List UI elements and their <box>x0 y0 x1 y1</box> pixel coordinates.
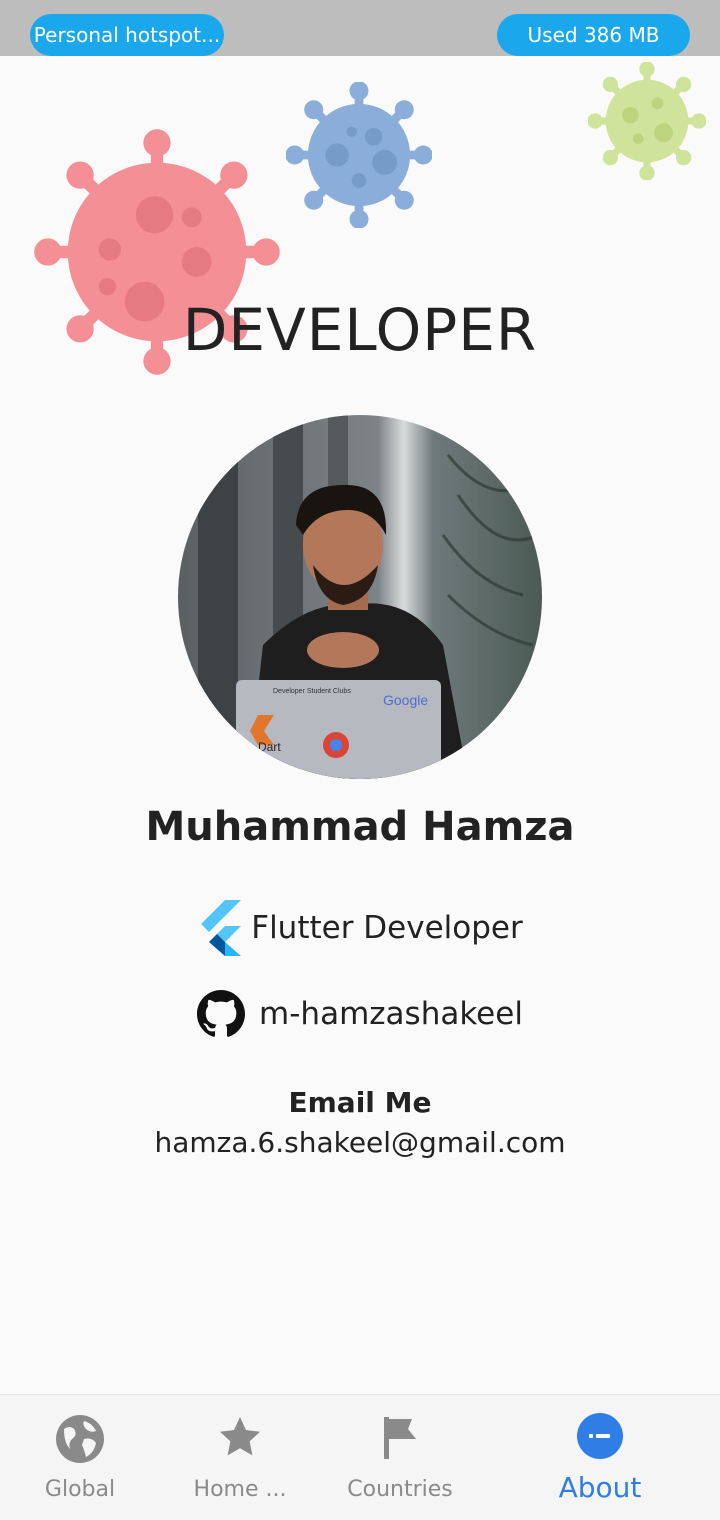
star-icon <box>220 1417 260 1456</box>
data-usage-pill[interactable]: Used 386 MB <box>497 14 690 56</box>
page-title: DEVELOPER <box>182 296 538 364</box>
status-bar: Personal hotspot... Used 386 MB <box>0 0 720 56</box>
nav-label-home: Home ... <box>193 1477 287 1502</box>
email-heading: Email Me <box>288 1086 432 1119</box>
nav-label-countries: Countries <box>347 1477 453 1502</box>
role-row: Flutter Developer <box>0 900 720 956</box>
globe-icon <box>56 1415 104 1463</box>
bottom-nav: Global Home ... Countries About <box>0 1394 720 1520</box>
nav-label-about: About <box>558 1471 642 1504</box>
hotspot-label: Personal hotspot... <box>33 23 221 47</box>
flag-icon <box>384 1417 416 1459</box>
email-link[interactable]: hamza.6.shakeel@gmail.com <box>0 1126 720 1159</box>
hotspot-pill[interactable]: Personal hotspot... <box>30 14 224 56</box>
developer-name: Muhammad Hamza <box>145 804 575 850</box>
github-username: m-hamzashakeel <box>259 996 523 1032</box>
nav-item-about[interactable]: About <box>540 1395 660 1520</box>
github-icon <box>197 990 246 1037</box>
role-label: Flutter Developer <box>251 910 523 946</box>
nav-item-countries[interactable]: Countries <box>330 1395 470 1520</box>
virus-icon <box>286 82 432 228</box>
flutter-icon <box>201 900 242 956</box>
svg-text:Dart: Dart <box>258 740 281 754</box>
svg-text:Developer Student Clubs: Developer Student Clubs <box>273 688 351 695</box>
nav-label-global: Global <box>44 1477 116 1502</box>
profile-photo: Google Dart Developer Student Clubs <box>178 415 542 779</box>
data-usage-label: Used 386 MB <box>527 23 660 47</box>
virus-icon <box>588 62 706 180</box>
avatar: Google Dart Developer Student Clubs <box>178 415 542 779</box>
svg-text:Google: Google <box>383 692 428 708</box>
nav-item-global[interactable]: Global <box>20 1395 140 1520</box>
about-icon <box>577 1413 623 1459</box>
github-row[interactable]: m-hamzashakeel <box>0 990 720 1038</box>
nav-item-home[interactable]: Home ... <box>160 1395 320 1520</box>
